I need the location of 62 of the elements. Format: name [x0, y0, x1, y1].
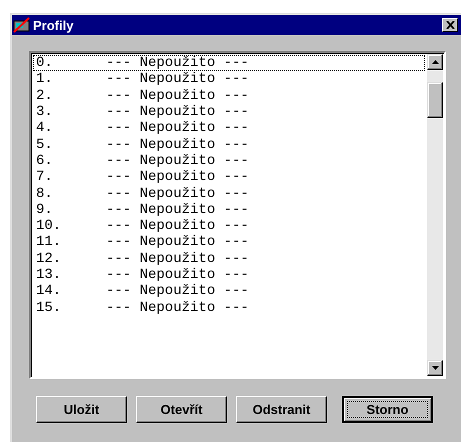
profile-number: 9. — [35, 202, 54, 218]
profile-number: 14. — [35, 283, 62, 300]
profile-name: --- Nepoužito --- — [106, 267, 249, 284]
profile-number: 5. — [35, 136, 54, 153]
dialog-button[interactable]: Storno — [342, 396, 433, 423]
profile-name: --- Nepoužito --- — [106, 55, 249, 72]
profile-number: 11. — [35, 234, 62, 250]
list-item[interactable]: 1. --- Nepoužito --- — [33, 71, 425, 88]
close-button[interactable] — [442, 18, 458, 32]
profile-number: 10. — [35, 218, 62, 234]
list-item[interactable]: 10. --- Nepoužito --- — [33, 218, 425, 234]
list-item[interactable]: 5. --- Nepoužito --- — [33, 136, 425, 153]
dialog-button[interactable]: Otevřít — [136, 396, 227, 423]
list-item[interactable]: 13. --- Nepoužito --- — [33, 266, 425, 284]
list-item[interactable]: 12. --- Nepoužito --- — [33, 250, 425, 267]
scroll-down-button[interactable] — [427, 360, 443, 376]
list-item[interactable]: 11. --- Nepoužito --- — [33, 234, 425, 251]
profile-name: --- Nepoužito --- — [106, 234, 249, 250]
list-item[interactable]: 7. --- Nepoužito --- — [33, 169, 425, 186]
list-item[interactable]: 9. --- Nepoužito --- — [33, 202, 425, 218]
down-arrow-icon — [432, 366, 438, 370]
close-icon — [446, 21, 454, 29]
profile-name: --- Nepoužito --- — [106, 104, 249, 120]
profile-name: --- Nepoužito --- — [106, 88, 249, 104]
profile-name: --- Nepoužito --- — [106, 300, 249, 316]
list-item[interactable]: 2. --- Nepoužito --- — [33, 88, 425, 104]
profile-number: 2. — [35, 88, 54, 104]
list-item[interactable]: 4. --- Nepoužito --- — [33, 120, 425, 136]
profile-name: --- Nepoužito --- — [106, 202, 249, 218]
scroll-thumb[interactable] — [427, 82, 443, 118]
list-item[interactable]: 3. --- Nepoužito --- — [33, 104, 425, 120]
list-item[interactable]: 8. --- Nepoužito --- — [33, 185, 425, 202]
profile-number: 4. — [35, 120, 54, 136]
profile-name: --- Nepoužito --- — [106, 71, 249, 88]
profile-name: --- Nepoužito --- — [106, 250, 249, 267]
profile-number: 15. — [35, 300, 62, 316]
profile-number: 6. — [35, 152, 54, 169]
profile-number: 13. — [35, 267, 62, 284]
up-arrow-icon — [432, 60, 438, 64]
profile-number: 12. — [35, 250, 62, 267]
app-icon — [13, 17, 31, 33]
window-title: Profily — [33, 18, 74, 32]
scroll-up-button[interactable] — [427, 54, 443, 70]
dialog-button[interactable]: Uložit — [36, 396, 127, 423]
profile-name: --- Nepoužito --- — [106, 283, 249, 300]
list-item[interactable]: 14. --- Nepoužito --- — [33, 283, 425, 300]
list-item[interactable]: 0. --- Nepoužito --- — [33, 55, 425, 72]
profile-number: 8. — [35, 186, 54, 202]
profile-name: --- Nepoužito --- — [106, 120, 249, 136]
profile-name: --- Nepoužito --- — [106, 218, 249, 234]
profile-name: --- Nepoužito --- — [106, 152, 249, 169]
profile-number: 3. — [35, 104, 54, 120]
profile-number: 1. — [35, 71, 54, 88]
profile-name: --- Nepoužito --- — [106, 186, 249, 202]
profile-name: --- Nepoužito --- — [106, 169, 249, 186]
profile-name: --- Nepoužito --- — [106, 136, 249, 153]
dialog-button[interactable]: Odstranit — [236, 396, 327, 423]
list-item[interactable]: 15. --- Nepoužito --- — [33, 299, 425, 316]
scrollbar[interactable] — [427, 53, 444, 377]
profile-number: 7. — [35, 169, 54, 186]
list-item[interactable]: 6. --- Nepoužito --- — [33, 152, 425, 170]
profile-number: 0. — [35, 55, 54, 72]
